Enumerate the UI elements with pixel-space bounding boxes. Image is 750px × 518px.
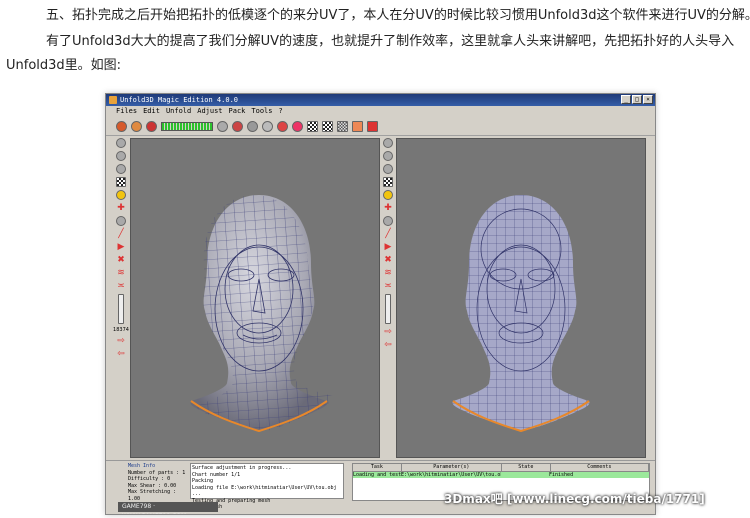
paragraph-1: 五、拓扑完成之后开始把拓扑的低模逐个的来分UV了，本人在分UV的时候比较习惯用U… xyxy=(46,8,750,23)
save-icon[interactable] xyxy=(131,121,142,132)
uv-view-icon[interactable] xyxy=(383,138,393,148)
view-side-icon[interactable] xyxy=(116,151,126,161)
optimize-icon[interactable] xyxy=(292,121,303,132)
cell-comment: Finished xyxy=(549,472,574,478)
uv-light-icon[interactable] xyxy=(383,190,393,200)
cell-param: E:\work\hitminatiar\User\UV\tou.obj xyxy=(401,472,501,478)
settings-icon[interactable] xyxy=(367,121,378,132)
view-front-icon[interactable] xyxy=(116,138,126,148)
edge-icon[interactable]: ≋ xyxy=(116,268,126,278)
uv-delete-icon[interactable]: ✖ xyxy=(383,255,393,265)
left-toolbar: ✚ ╱ ▶ ✖ ≋ ≍ 18374 ⇨ ⇦ xyxy=(113,138,129,484)
light-icon[interactable] xyxy=(116,190,126,200)
checker-toggle-icon[interactable] xyxy=(116,177,126,187)
weld-icon[interactable] xyxy=(247,121,258,132)
uv-arrow-right-icon[interactable]: ⇨ xyxy=(383,327,393,337)
vertex-count-label: 18374 xyxy=(113,327,129,333)
menu-bar: Files Edit Unfold Adjust Pack Tools ? xyxy=(106,106,655,117)
cut-icon[interactable] xyxy=(232,121,243,132)
line-icon[interactable]: ╱ xyxy=(116,229,126,239)
paragraph-3: Unfold3d里。如图: xyxy=(6,58,122,73)
viewport-uv[interactable] xyxy=(396,138,646,458)
view-top-icon[interactable] xyxy=(116,164,126,174)
main-toolbar xyxy=(106,118,655,136)
table-row[interactable]: Loading and test E:\work\hitminatiar\Use… xyxy=(353,472,649,478)
maximize-button[interactable]: □ xyxy=(632,95,642,104)
menu-pack[interactable]: Pack xyxy=(229,106,246,117)
checker-icon[interactable] xyxy=(307,121,318,132)
progress-bar xyxy=(161,122,213,131)
uv-zoom-icon[interactable] xyxy=(383,164,393,174)
reload-icon[interactable] xyxy=(146,121,157,132)
pack-icon[interactable] xyxy=(352,121,363,132)
col-parameters[interactable]: Parameter(s) xyxy=(402,464,502,471)
uv-edge-icon[interactable]: ≋ xyxy=(383,268,393,278)
app-icon xyxy=(109,96,117,104)
seam-icon[interactable]: ≍ xyxy=(116,281,126,291)
uv-fit-icon[interactable] xyxy=(383,151,393,161)
zoom-slider[interactable] xyxy=(118,294,124,324)
uv-seam-icon[interactable]: ≍ xyxy=(383,281,393,291)
sphere-icon[interactable] xyxy=(217,121,228,132)
menu-tools[interactable]: Tools xyxy=(251,106,272,117)
viewport-3d[interactable] xyxy=(130,138,380,458)
menu-edit[interactable]: Edit xyxy=(143,106,160,117)
delete-icon[interactable]: ✖ xyxy=(116,255,126,265)
watermark: 3Dmax吧 [www.linecg.com/tieba/1771] xyxy=(444,492,705,506)
cell-task: Loading and test xyxy=(353,472,401,478)
head-mesh-3d xyxy=(182,190,336,436)
window-title: Unfold3D Magic Edition 4.0.0 xyxy=(120,96,239,104)
col-task[interactable]: Task xyxy=(353,464,402,471)
uv-zoom-slider[interactable] xyxy=(385,294,391,324)
mesh-info-panel: Mesh Info Number of parts : 1 Difficulty… xyxy=(128,463,188,502)
play-icon[interactable]: ▶ xyxy=(116,242,126,252)
camera-icon[interactable] xyxy=(116,216,126,226)
uv-checker-icon[interactable] xyxy=(383,177,393,187)
menu-help[interactable]: ? xyxy=(278,106,282,117)
grid-icon[interactable] xyxy=(337,121,348,132)
menu-adjust[interactable]: Adjust xyxy=(197,106,222,117)
uv-line-icon[interactable]: ╱ xyxy=(383,229,393,239)
arrow-left-icon[interactable]: ⇦ xyxy=(116,349,126,359)
head-mesh-uv xyxy=(452,195,590,433)
uv-toolbar: ✚ ╱ ▶ ✖ ≋ ≍ ⇨ ⇦ xyxy=(381,138,395,484)
close-button[interactable]: × xyxy=(643,95,653,104)
status-bar: GAME798 · WWW.GAME798.COM xyxy=(118,502,218,514)
unfold-icon[interactable] xyxy=(277,121,288,132)
select-icon[interactable] xyxy=(262,121,273,132)
col-comments[interactable]: Comments xyxy=(551,464,649,471)
axis-icon[interactable]: ✚ xyxy=(116,203,126,213)
col-state[interactable]: State xyxy=(502,464,551,471)
open-icon[interactable] xyxy=(116,121,127,132)
uv-axis-icon[interactable]: ✚ xyxy=(383,203,393,213)
menu-unfold[interactable]: Unfold xyxy=(166,106,191,117)
paragraph-2: 有了Unfold3d大大的提高了我们分解UV的速度，也就提升了制作效率，这里就拿… xyxy=(46,34,735,49)
arrow-right-icon[interactable]: ⇨ xyxy=(116,336,126,346)
cell-state xyxy=(501,472,549,478)
log-console[interactable]: Surface adjustment in progress... Chart … xyxy=(190,463,344,510)
mesh-info-row: Max Stretching : 1.00 xyxy=(128,489,177,502)
minimize-button[interactable]: _ xyxy=(621,95,631,104)
log-line: Loading file E:\work\hitminatiar\User\UV… xyxy=(192,484,337,498)
uv-camera-icon[interactable] xyxy=(383,216,393,226)
checker-uv-icon[interactable] xyxy=(322,121,333,132)
window-titlebar[interactable]: Unfold3D Magic Edition 4.0.0 _ □ × xyxy=(106,94,655,106)
menu-files[interactable]: Files xyxy=(116,106,137,117)
unfold3d-screenshot: Unfold3D Magic Edition 4.0.0 _ □ × Files… xyxy=(105,93,656,515)
uv-play-icon[interactable]: ▶ xyxy=(383,242,393,252)
uv-arrow-left-icon[interactable]: ⇦ xyxy=(383,340,393,350)
task-table-header: Task Parameter(s) State Comments xyxy=(353,464,649,472)
